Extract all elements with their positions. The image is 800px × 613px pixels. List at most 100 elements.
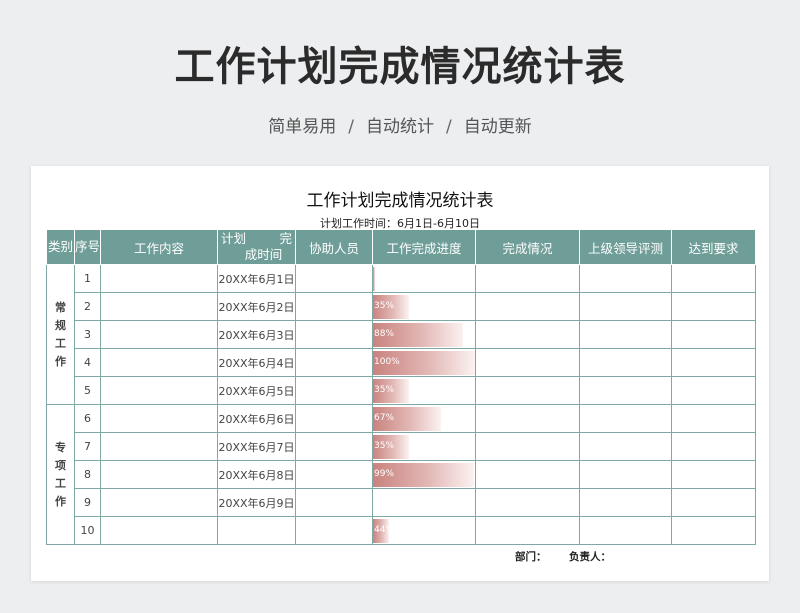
content-cell[interactable]	[100, 348, 218, 377]
category-char: 规	[55, 318, 66, 332]
progress-label: 99%	[374, 469, 395, 479]
date-cell: 20XX年6月1日	[217, 264, 296, 293]
content-cell[interactable]	[100, 516, 218, 545]
progress-label: 35%	[374, 301, 395, 311]
header-seq: 序号	[74, 229, 101, 265]
date-cell	[217, 516, 296, 545]
status-cell[interactable]	[475, 320, 580, 349]
status-cell[interactable]	[475, 292, 580, 321]
table-row: 9 20XX年6月9日	[47, 488, 756, 517]
table-row: 5 20XX年6月5日 35%	[47, 376, 756, 405]
table-row: 3 20XX年6月3日 88%	[47, 320, 756, 349]
spreadsheet-card: 工作计划完成情况统计表 计划工作时间：6月1日-6月10日 类别 序号 工作内容…	[31, 166, 769, 581]
progress-cell: 44%	[372, 516, 476, 545]
progress-cell: 67%	[372, 404, 476, 433]
header-requirement: 达到要求	[671, 229, 756, 265]
assist-cell[interactable]	[295, 376, 373, 405]
header-category: 类别	[46, 229, 75, 265]
assist-cell[interactable]	[295, 264, 373, 293]
progress-cell: 35%	[372, 292, 476, 321]
sheet-title: 工作计划完成情况统计表	[306, 191, 494, 211]
progress-cell	[372, 488, 476, 517]
content-cell[interactable]	[100, 264, 218, 293]
header-review: 上级领导评测	[579, 229, 672, 265]
assist-cell[interactable]	[295, 432, 373, 461]
requirement-cell[interactable]	[671, 460, 756, 489]
assist-cell[interactable]	[295, 460, 373, 489]
progress-bar	[373, 267, 376, 291]
review-cell[interactable]	[579, 516, 672, 545]
review-cell[interactable]	[579, 488, 672, 517]
subtitle-item: 自动更新	[463, 117, 532, 137]
status-cell[interactable]	[475, 376, 580, 405]
assist-cell[interactable]	[295, 516, 373, 545]
subtitle-separator: /	[348, 117, 354, 137]
category-char: 项	[55, 458, 66, 472]
seq-cell: 5	[74, 376, 101, 405]
content-cell[interactable]	[100, 488, 218, 517]
progress-label: 67%	[374, 413, 395, 423]
status-cell[interactable]	[475, 348, 580, 377]
review-cell[interactable]	[579, 320, 672, 349]
content-cell[interactable]	[100, 460, 218, 489]
status-cell[interactable]	[475, 460, 580, 489]
seq-cell: 2	[74, 292, 101, 321]
status-cell[interactable]	[475, 488, 580, 517]
seq-cell: 4	[74, 348, 101, 377]
content-cell[interactable]	[100, 376, 218, 405]
page-subtitle: 简单易用 / 自动统计 / 自动更新	[0, 112, 800, 137]
status-cell[interactable]	[475, 264, 580, 293]
progress-label: 44%	[374, 525, 395, 535]
progress-label: 35%	[374, 441, 395, 451]
content-cell[interactable]	[100, 432, 218, 461]
requirement-cell[interactable]	[671, 404, 756, 433]
seq-cell: 8	[74, 460, 101, 489]
requirement-cell[interactable]	[671, 376, 756, 405]
date-cell: 20XX年6月9日	[217, 488, 296, 517]
progress-cell	[372, 264, 476, 293]
progress-cell: 88%	[372, 320, 476, 349]
date-cell: 20XX年6月4日	[217, 348, 296, 377]
header-content: 工作内容	[100, 229, 218, 265]
content-cell[interactable]	[100, 292, 218, 321]
review-cell[interactable]	[579, 292, 672, 321]
status-cell[interactable]	[475, 404, 580, 433]
review-cell[interactable]	[579, 264, 672, 293]
progress-cell: 35%	[372, 432, 476, 461]
review-cell[interactable]	[579, 432, 672, 461]
requirement-cell[interactable]	[671, 432, 756, 461]
header-planned-date: 计划完 成时间	[217, 229, 296, 265]
requirement-cell[interactable]	[671, 292, 756, 321]
seq-cell: 3	[74, 320, 101, 349]
assist-cell[interactable]	[295, 488, 373, 517]
content-cell[interactable]	[100, 404, 218, 433]
assist-cell[interactable]	[295, 292, 373, 321]
assist-cell[interactable]	[295, 348, 373, 377]
assist-cell[interactable]	[295, 320, 373, 349]
assist-cell[interactable]	[295, 404, 373, 433]
status-cell[interactable]	[475, 432, 580, 461]
review-cell[interactable]	[579, 376, 672, 405]
category-cell: 专项工作	[46, 404, 75, 545]
progress-cell: 99%	[372, 460, 476, 489]
content-cell[interactable]	[100, 320, 218, 349]
table-row: 常规工作 1 20XX年6月1日	[46, 264, 756, 405]
review-cell[interactable]	[579, 348, 672, 377]
requirement-cell[interactable]	[671, 320, 756, 349]
status-cell[interactable]	[475, 516, 580, 545]
requirement-cell[interactable]	[671, 516, 756, 545]
table-row: 7 20XX年6月7日 35%	[47, 432, 756, 461]
review-cell[interactable]	[579, 460, 672, 489]
progress-cell: 35%	[372, 376, 476, 405]
header-row: 类别 序号 工作内容 计划完 成时间 协助人员 工作完成进度 完成情况 上级领导…	[46, 229, 756, 265]
subtitle-item: 简单易用	[268, 117, 337, 137]
review-cell[interactable]	[579, 404, 672, 433]
requirement-cell[interactable]	[671, 488, 756, 517]
requirement-cell[interactable]	[671, 348, 756, 377]
date-cell: 20XX年6月3日	[217, 320, 296, 349]
category-char: 作	[55, 354, 66, 368]
seq-cell: 9	[74, 488, 101, 517]
table-row: 8 20XX年6月8日 99%	[47, 460, 756, 489]
seq-cell: 6	[74, 404, 101, 433]
requirement-cell[interactable]	[671, 264, 756, 293]
